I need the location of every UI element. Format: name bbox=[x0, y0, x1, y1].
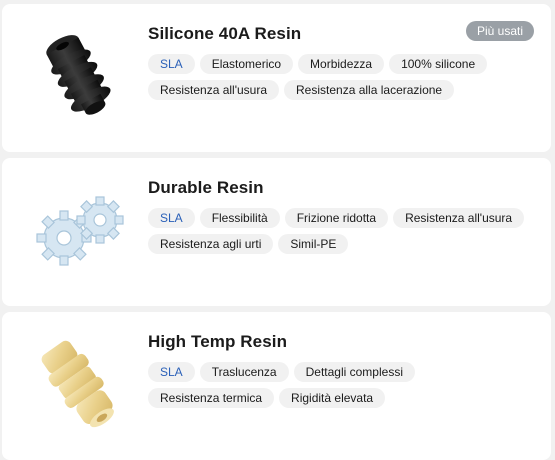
tag-chip: Traslucenza bbox=[199, 362, 289, 382]
tag-chip: Elastomerico bbox=[199, 54, 294, 74]
tag-chip: Frizione ridotta bbox=[284, 208, 389, 228]
material-card-durable[interactable]: Durable Resin SLA Flessibilità Frizione … bbox=[2, 158, 551, 306]
tag-chip: Dettagli complessi bbox=[293, 362, 415, 382]
tag-chip: Resistenza agli urti bbox=[148, 234, 274, 254]
tag-list: SLA Traslucenza Dettagli complessi Resis… bbox=[148, 362, 543, 408]
tag-chip: Simil-PE bbox=[278, 234, 349, 254]
tag-chip: Resistenza all'usura bbox=[148, 80, 280, 100]
tag-list: SLA Elastomerico Morbidezza 100% silicon… bbox=[148, 54, 543, 100]
high-temp-part-image bbox=[41, 340, 114, 428]
tag-chip: Resistenza termica bbox=[148, 388, 275, 408]
tag-chip: Resistenza all'usura bbox=[393, 208, 525, 228]
tag-chip: Flessibilità bbox=[199, 208, 280, 228]
tag-chip: 100% silicone bbox=[389, 54, 488, 74]
material-card-high-temp[interactable]: High Temp Resin SLA Traslucenza Dettagli… bbox=[2, 312, 551, 460]
tag-chip: SLA bbox=[148, 54, 195, 74]
material-title: Silicone 40A Resin bbox=[148, 24, 302, 43]
tag-list: SLA Flessibilità Frizione ridotta Resist… bbox=[148, 208, 543, 254]
material-title: High Temp Resin bbox=[148, 332, 288, 351]
tag-chip: Resistenza alla lacerazione bbox=[284, 80, 455, 100]
material-card-silicone-40a[interactable]: Silicone 40A Resin Più usati SLA Elastom… bbox=[2, 4, 551, 152]
silicone-part-image bbox=[46, 35, 111, 115]
material-title: Durable Resin bbox=[148, 178, 264, 197]
tag-chip: SLA bbox=[148, 362, 195, 382]
tag-chip: Rigidità elevata bbox=[279, 388, 386, 408]
most-used-badge: Più usati bbox=[465, 21, 534, 41]
tag-chip: Morbidezza bbox=[298, 54, 385, 74]
tag-chip: SLA bbox=[148, 208, 195, 228]
durable-gears-image bbox=[36, 196, 124, 266]
